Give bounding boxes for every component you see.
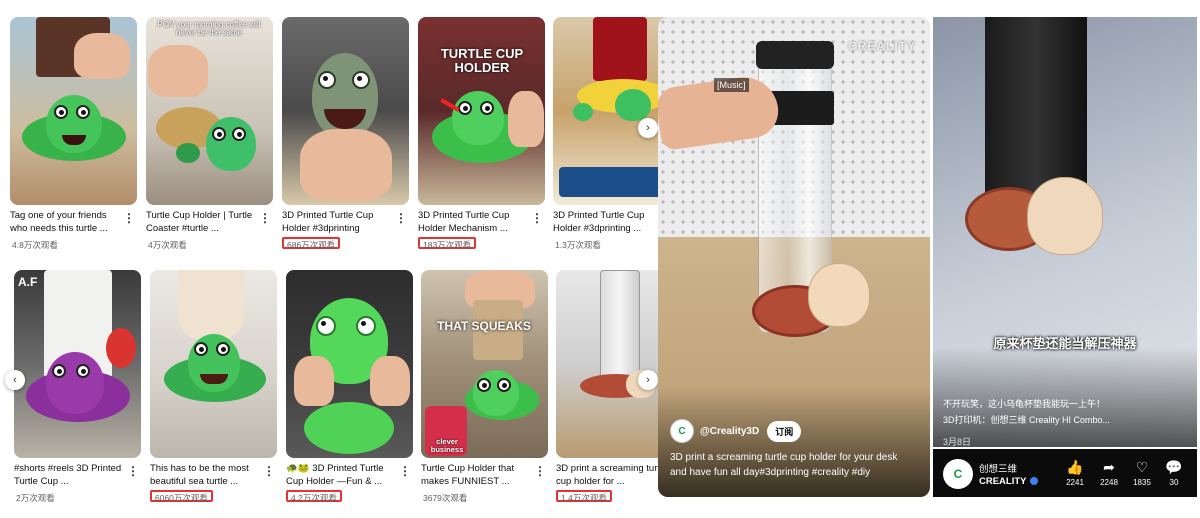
turtle-head-image bbox=[808, 263, 870, 327]
verified-icon bbox=[1029, 477, 1038, 486]
channel-name-en[interactable]: CREALITY bbox=[979, 476, 1038, 487]
more-options-icon[interactable]: ⋮ bbox=[259, 211, 271, 225]
video-description: 不开玩笑，这小乌龟杯垫我能玩一上午！ bbox=[943, 399, 1106, 409]
shorts-collage: Tag one of your friends who needs this t… bbox=[0, 0, 1200, 518]
short-thumbnail[interactable] bbox=[286, 270, 413, 458]
short-thumbnail[interactable] bbox=[10, 17, 137, 205]
thumbnail-overlay-text: THAT SQUEAKS bbox=[437, 319, 531, 333]
short-title[interactable]: Tag one of your friends who needs this t… bbox=[10, 209, 122, 235]
chevron-right-icon: › bbox=[646, 374, 650, 386]
short-thumbnail[interactable]: POV your morning coffee will never be th… bbox=[146, 17, 273, 205]
watermark: CREALITY bbox=[848, 39, 916, 53]
channel-avatar[interactable]: C bbox=[670, 419, 694, 443]
carousel-next-button[interactable]: › bbox=[638, 370, 658, 390]
more-options-icon[interactable]: ⋮ bbox=[395, 211, 407, 225]
view-count: 2万次观看 bbox=[16, 493, 55, 503]
view-count: 4.8万次观看 bbox=[12, 240, 58, 250]
more-options-icon[interactable]: ⋮ bbox=[263, 464, 275, 478]
turtle-head-image bbox=[1027, 177, 1103, 255]
short-title[interactable]: Turtle Cup Holder that makes FUNNIEST ..… bbox=[421, 462, 533, 488]
channel-row: C @Creality3D 订阅 bbox=[670, 419, 802, 443]
view-count: 1.3万次观看 bbox=[555, 240, 601, 250]
short-video-player[interactable]: CREALITY [Music] C @Creality3D 订阅 3D pri… bbox=[658, 17, 930, 497]
short-card[interactable]: 🐢🐸 3D Printed Turtle Cup Holder —Fun & .… bbox=[286, 270, 413, 506]
thumbnail-overlay-text: POV your morning coffee will never be th… bbox=[157, 20, 261, 38]
share-button[interactable]: ➦ 2248 bbox=[1094, 459, 1124, 487]
more-options-icon[interactable]: ⋮ bbox=[399, 464, 411, 478]
view-count: 6060万次观看 bbox=[150, 490, 213, 503]
more-options-icon[interactable]: ⋮ bbox=[534, 464, 546, 478]
short-title[interactable]: Turtle Cup Holder | Turtle Coaster #turt… bbox=[146, 209, 258, 235]
view-count: 183万次观看 bbox=[418, 237, 477, 250]
caption-tag: [Music] bbox=[714, 78, 749, 92]
thumbnail-overlay-text: A.F bbox=[18, 275, 38, 289]
short-thumbnail[interactable]: THAT SQUEAKS clever business bbox=[421, 270, 548, 458]
short-thumbnail[interactable]: TURTLE CUP HOLDER bbox=[418, 17, 545, 205]
short-thumbnail[interactable]: A.F bbox=[14, 270, 141, 458]
short-card[interactable]: Tag one of your friends who needs this t… bbox=[10, 17, 137, 253]
short-card[interactable]: This has to be the most beautiful sea tu… bbox=[150, 270, 277, 506]
short-thumbnail[interactable] bbox=[150, 270, 277, 458]
thumbnail-overlay-text: TURTLE CUP HOLDER bbox=[440, 46, 524, 75]
like-button[interactable]: 👍 2241 bbox=[1060, 459, 1090, 487]
post-date: 3月8日 bbox=[943, 437, 972, 447]
short-card[interactable]: 3D Printed Turtle Cup Holder #3dprinting… bbox=[282, 17, 409, 253]
view-count: 686万次观看 bbox=[282, 237, 341, 250]
chevron-left-icon: ‹ bbox=[13, 374, 17, 386]
channel-name[interactable]: @Creality3D bbox=[700, 426, 759, 437]
view-count: 4.2万次观看 bbox=[286, 490, 342, 503]
short-title[interactable]: 3D Printed Turtle Cup Holder Mechanism .… bbox=[418, 209, 530, 235]
comment-icon: 💬 bbox=[1165, 459, 1183, 475]
favorite-button[interactable]: ♡ 1835 bbox=[1127, 459, 1157, 487]
carousel-prev-button[interactable]: ‹ bbox=[5, 370, 25, 390]
channel-name[interactable]: 创想三维 bbox=[979, 461, 1017, 475]
douyin-video-player[interactable]: 原来杯垫还能当解压神器 不开玩笑，这小乌龟杯垫我能玩一上午！ 3D打印机：创想三… bbox=[933, 17, 1197, 497]
video-description[interactable]: 3D打印机：创想三维 Creality HI Combo... bbox=[943, 413, 1110, 426]
short-title[interactable]: 🐢🐸 3D Printed Turtle Cup Holder —Fun & .… bbox=[286, 462, 398, 488]
subscribe-button[interactable]: 订阅 bbox=[767, 420, 802, 442]
view-count: 4万次观看 bbox=[148, 240, 187, 250]
short-card[interactable]: A.F #shorts #reels 3D Printed Turtle Cup… bbox=[14, 270, 141, 506]
short-title[interactable]: #shorts #reels 3D Printed Turtle Cup ... bbox=[14, 462, 126, 488]
short-card[interactable]: THAT SQUEAKS clever business Turtle Cup … bbox=[421, 270, 548, 506]
video-subtitle: 原来杯垫还能当解压神器 bbox=[993, 336, 1137, 351]
more-options-icon[interactable]: ⋮ bbox=[127, 464, 139, 478]
chevron-right-icon: › bbox=[646, 122, 650, 134]
share-icon: ➦ bbox=[1103, 459, 1115, 475]
short-title[interactable]: This has to be the most beautiful sea tu… bbox=[150, 462, 262, 488]
carousel-next-button[interactable]: › bbox=[638, 118, 658, 138]
view-count: 3679次观看 bbox=[423, 493, 468, 503]
short-card[interactable]: POV your morning coffee will never be th… bbox=[146, 17, 273, 253]
short-thumbnail[interactable] bbox=[282, 17, 409, 205]
heart-icon: ♡ bbox=[1135, 459, 1149, 475]
short-title[interactable]: 3D Printed Turtle Cup Holder #3dprinting bbox=[282, 209, 394, 235]
short-title[interactable]: 3D print a screaming turtle cup holder f… bbox=[556, 462, 668, 488]
short-card[interactable]: TURTLE CUP HOLDER 3D Printed Turtle Cup … bbox=[418, 17, 545, 253]
more-options-icon[interactable]: ⋮ bbox=[123, 211, 135, 225]
thumbnail-overlay-text: clever business bbox=[430, 437, 464, 454]
thumbs-up-icon: 👍 bbox=[1066, 459, 1084, 475]
short-title[interactable]: 3D Printed Turtle Cup Holder #3dprinting… bbox=[553, 209, 665, 235]
view-count: 1.4万次观看 bbox=[556, 490, 612, 503]
video-caption: 3D print a screaming turtle cup holder f… bbox=[670, 452, 898, 478]
more-options-icon[interactable]: ⋮ bbox=[531, 211, 543, 225]
comment-button[interactable]: 💬 30 bbox=[1159, 459, 1189, 487]
channel-avatar[interactable]: C bbox=[943, 459, 973, 489]
